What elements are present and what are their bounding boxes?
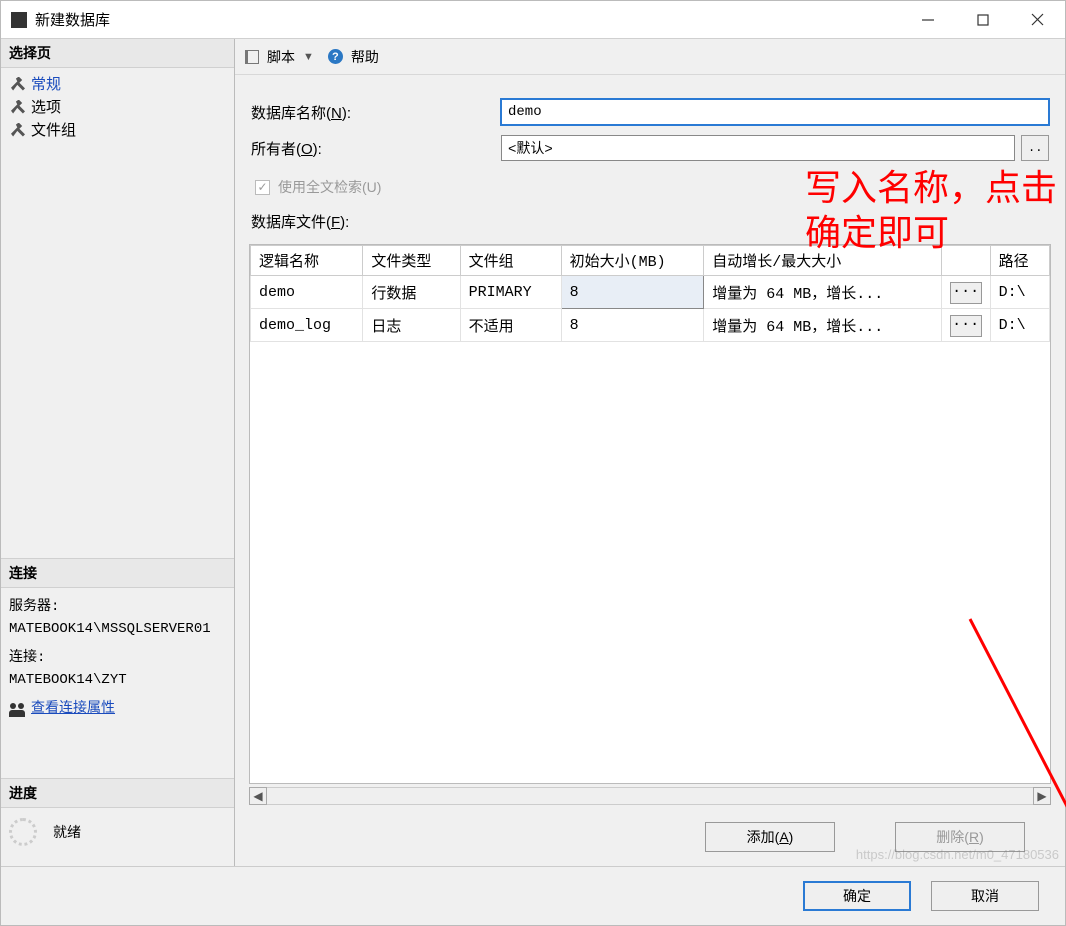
fulltext-label: 使用全文检索(U) (278, 177, 381, 197)
scroll-right-icon[interactable]: ▶ (1033, 787, 1051, 805)
col-initial-size[interactable]: 初始大小(MB) (561, 246, 704, 276)
db-name-input[interactable] (501, 99, 1049, 125)
autogrowth-edit-button[interactable]: ... (950, 282, 982, 304)
fulltext-checkbox: ✓ (255, 180, 270, 195)
people-icon (9, 701, 25, 717)
page-item-options[interactable]: 选项 (7, 95, 228, 118)
pages-list: 常规 选项 文件组 (1, 68, 234, 145)
window-title: 新建数据库 (35, 9, 110, 30)
right-pane: 脚本 ▼ ? 帮助 数据库名称(N): 所有者(O): .. (235, 39, 1065, 866)
table-row[interactable]: demo 行数据 PRIMARY 8 增量为 64 MB，增长... ... D… (251, 276, 1050, 309)
col-path[interactable]: 路径 (990, 246, 1049, 276)
owner-browse-button[interactable]: .. (1021, 135, 1049, 161)
progress-panel: 就绪 (1, 808, 234, 866)
grid-header-row: 逻辑名称 文件类型 文件组 初始大小(MB) 自动增长/最大大小 路径 (251, 246, 1050, 276)
select-page-title: 选择页 (1, 39, 234, 68)
maximize-button[interactable] (955, 1, 1010, 39)
connection-title: 连接 (1, 558, 234, 588)
cancel-button[interactable]: 取消 (931, 881, 1039, 911)
col-file-type[interactable]: 文件类型 (363, 246, 460, 276)
fulltext-checkbox-row: ✓ 使用全文检索(U) (251, 171, 1049, 211)
progress-status: 就绪 (53, 822, 81, 842)
scroll-left-icon[interactable]: ◀ (249, 787, 267, 805)
help-label[interactable]: 帮助 (351, 47, 379, 67)
col-filegroup[interactable]: 文件组 (460, 246, 561, 276)
help-icon: ? (328, 49, 343, 64)
connection-value: MATEBOOK14\ZYT (9, 669, 226, 691)
autogrowth-edit-button[interactable]: ... (950, 315, 982, 337)
title-bar: 新建数据库 (1, 1, 1065, 39)
dialog-footer: 确定 取消 (1, 866, 1065, 925)
grid-button-row: 添加(A) 删除(R) (235, 816, 1065, 866)
connection-panel: 服务器: MATEBOOK14\MSSQLSERVER01 连接: MATEBO… (1, 588, 234, 728)
page-item-label: 常规 (31, 73, 61, 94)
table-row[interactable]: demo_log 日志 不适用 8 增量为 64 MB，增长... ... D:… (251, 309, 1050, 342)
server-label: 服务器: (9, 596, 226, 618)
script-label[interactable]: 脚本 (267, 47, 295, 67)
wrench-icon (11, 123, 25, 137)
progress-title: 进度 (1, 778, 234, 808)
dialog-window: 新建数据库 选择页 常规 选项 (0, 0, 1066, 926)
wrench-icon (11, 100, 25, 114)
wrench-icon (11, 77, 25, 91)
form-area: 数据库名称(N): 所有者(O): .. ✓ 使用全文检索(U) (235, 75, 1065, 244)
right-toolbar: 脚本 ▼ ? 帮助 (235, 39, 1065, 75)
owner-input[interactable] (501, 135, 1015, 161)
minimize-button[interactable] (900, 1, 955, 39)
files-label: 数据库文件(F): (251, 211, 1049, 232)
spinner-icon (9, 818, 37, 846)
left-pane: 选择页 常规 选项 文件组 连接 服务器: (1, 39, 235, 866)
view-connection-props-link[interactable]: 查看连接属性 (31, 698, 115, 720)
files-grid[interactable]: 逻辑名称 文件类型 文件组 初始大小(MB) 自动增长/最大大小 路径 demo (249, 244, 1051, 784)
close-button[interactable] (1010, 1, 1065, 39)
connection-label: 连接: (9, 647, 226, 669)
col-autogrowth[interactable]: 自动增长/最大大小 (704, 246, 941, 276)
page-item-label: 选项 (31, 96, 61, 117)
owner-label: 所有者(O): (251, 138, 501, 159)
page-item-general[interactable]: 常规 (7, 72, 228, 95)
ok-button[interactable]: 确定 (803, 881, 911, 911)
remove-button: 删除(R) (895, 822, 1025, 852)
server-value: MATEBOOK14\MSSQLSERVER01 (9, 618, 226, 640)
col-logical-name[interactable]: 逻辑名称 (251, 246, 363, 276)
horizontal-scrollbar[interactable]: ◀ ▶ (249, 786, 1051, 806)
db-name-label: 数据库名称(N): (251, 102, 501, 123)
chevron-down-icon[interactable]: ▼ (303, 51, 314, 63)
app-icon (11, 12, 27, 28)
add-button[interactable]: 添加(A) (705, 822, 835, 852)
page-item-filegroups[interactable]: 文件组 (7, 118, 228, 141)
page-item-label: 文件组 (31, 119, 76, 140)
script-icon (245, 50, 259, 64)
